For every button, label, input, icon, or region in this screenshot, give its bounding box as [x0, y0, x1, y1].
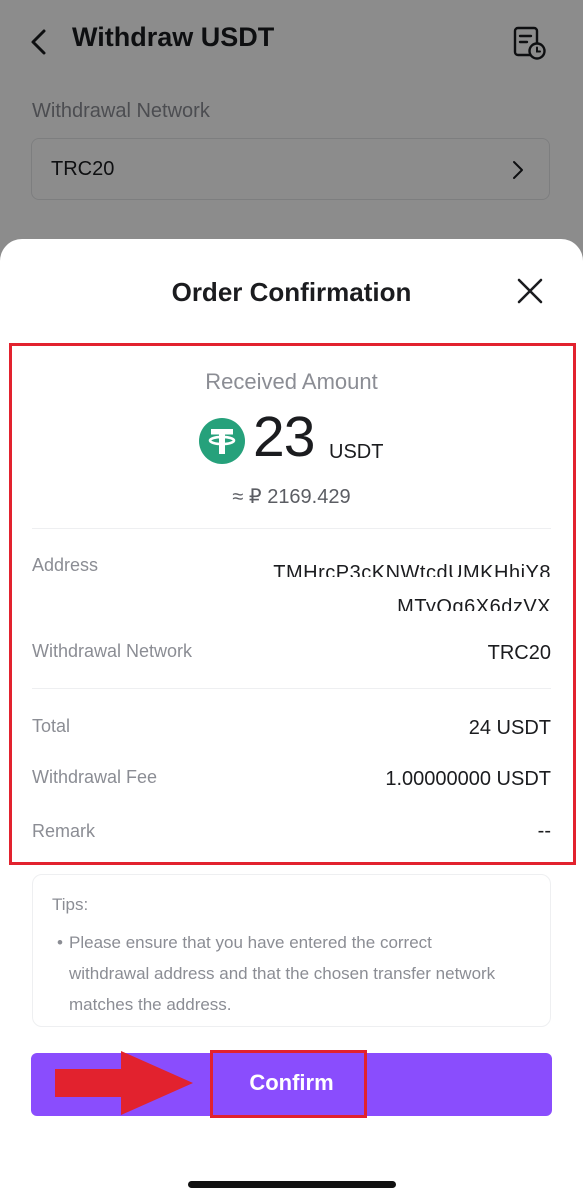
tips-title: Tips:: [52, 895, 89, 914]
home-indicator: [188, 1181, 396, 1188]
tips-bullet: •: [57, 933, 63, 952]
details-highlight-box: [9, 343, 576, 865]
sheet-title: Order Confirmation: [171, 277, 412, 307]
red-arrow-icon: [55, 1051, 195, 1115]
tips-box: Tips: • Please ensure that you have ente…: [32, 874, 551, 1027]
order-confirmation-sheet: Order Confirmation Received Amount 23 US…: [0, 239, 583, 1200]
tips-text: Please ensure that you have entered the …: [69, 933, 496, 1014]
close-icon[interactable]: [512, 273, 548, 309]
confirm-highlight-box: [210, 1050, 367, 1118]
